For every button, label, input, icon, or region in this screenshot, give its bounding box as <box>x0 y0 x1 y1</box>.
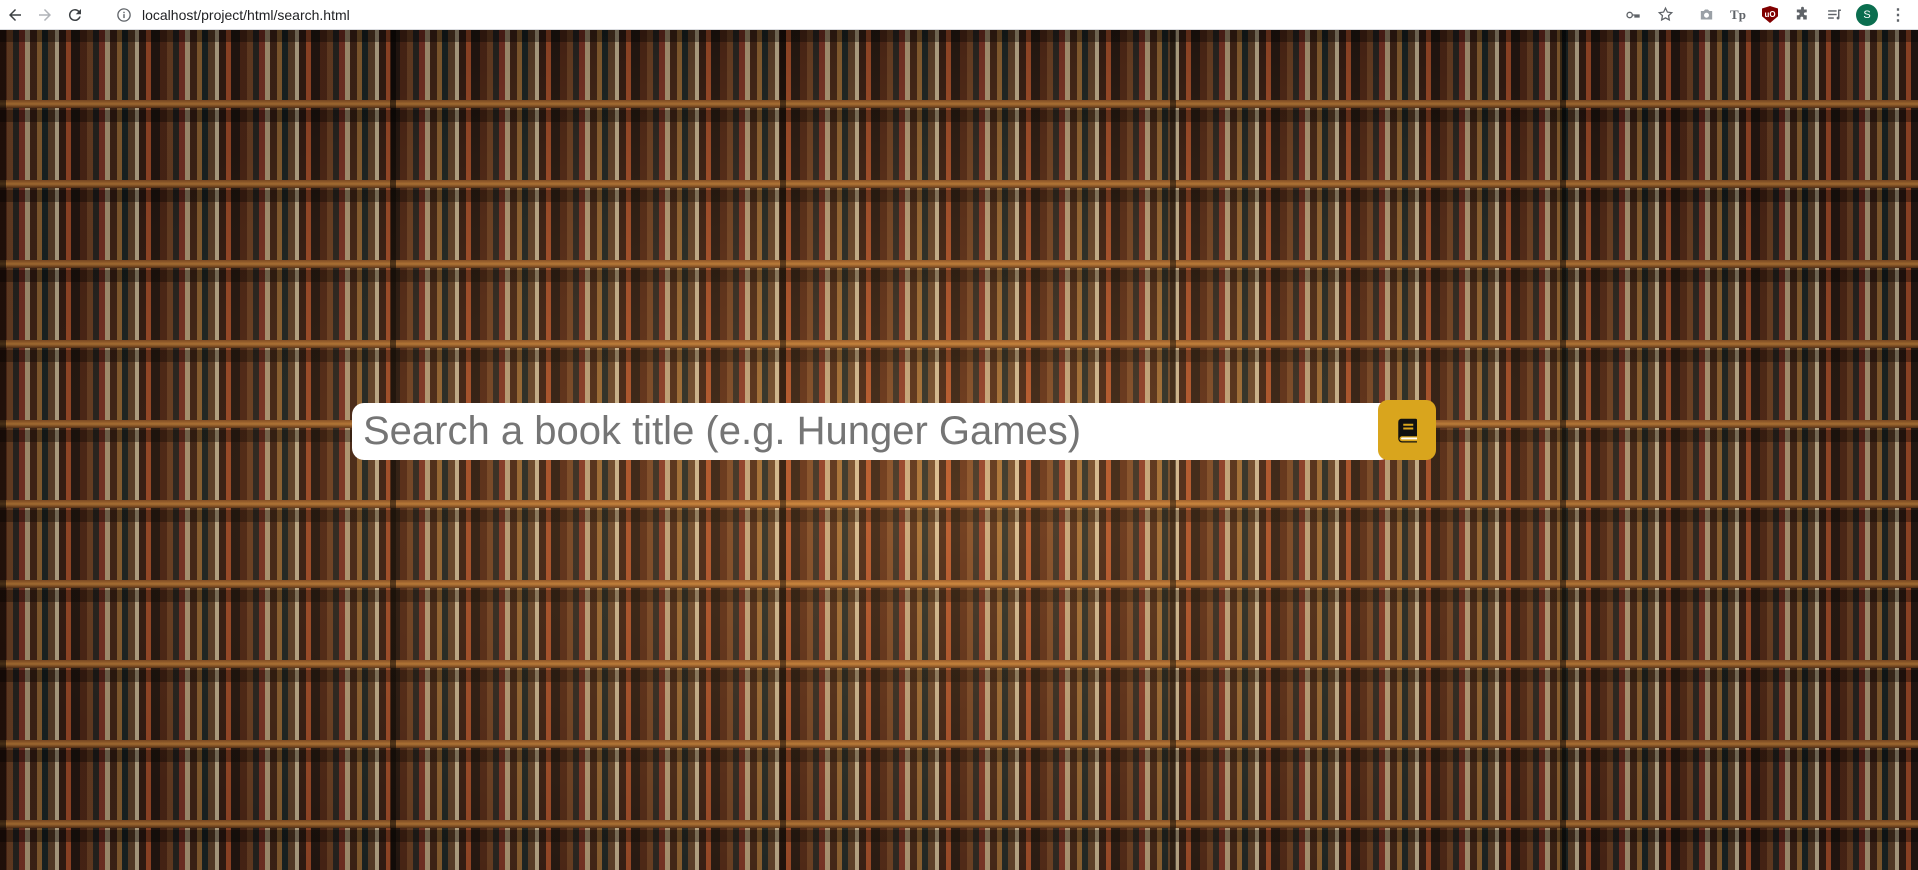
reload-button[interactable] <box>60 2 90 28</box>
puzzle-icon[interactable] <box>1792 5 1812 25</box>
tp-extension-icon[interactable]: Tp <box>1728 5 1748 25</box>
arrow-right-icon <box>39 8 51 21</box>
camera-icon[interactable] <box>1696 5 1716 25</box>
page-content <box>0 30 1918 870</box>
reload-icon <box>68 8 81 21</box>
back-button[interactable] <box>0 2 30 28</box>
profile-avatar[interactable]: S <box>1856 3 1878 26</box>
search-button[interactable] <box>1378 400 1436 460</box>
url-text[interactable]: localhost/project/html/search.html <box>142 7 350 23</box>
book-icon <box>1398 418 1417 443</box>
key-icon[interactable] <box>1624 6 1642 24</box>
star-icon[interactable] <box>1656 6 1674 24</box>
menu-icon[interactable]: ⋮ <box>1890 5 1906 25</box>
reading-list-icon[interactable] <box>1824 5 1844 25</box>
search-bar <box>352 400 1436 460</box>
info-icon[interactable] <box>116 7 132 23</box>
ublock-extension-icon[interactable]: uO <box>1760 5 1780 25</box>
address-bar[interactable]: localhost/project/html/search.html <box>116 3 1682 27</box>
browser-toolbar: localhost/project/html/search.html Tp uO… <box>0 0 1918 30</box>
book-search-input[interactable] <box>352 403 1392 460</box>
ublock-badge: uO <box>1762 6 1778 23</box>
arrow-left-icon <box>9 8 21 21</box>
forward-button[interactable] <box>30 2 60 28</box>
